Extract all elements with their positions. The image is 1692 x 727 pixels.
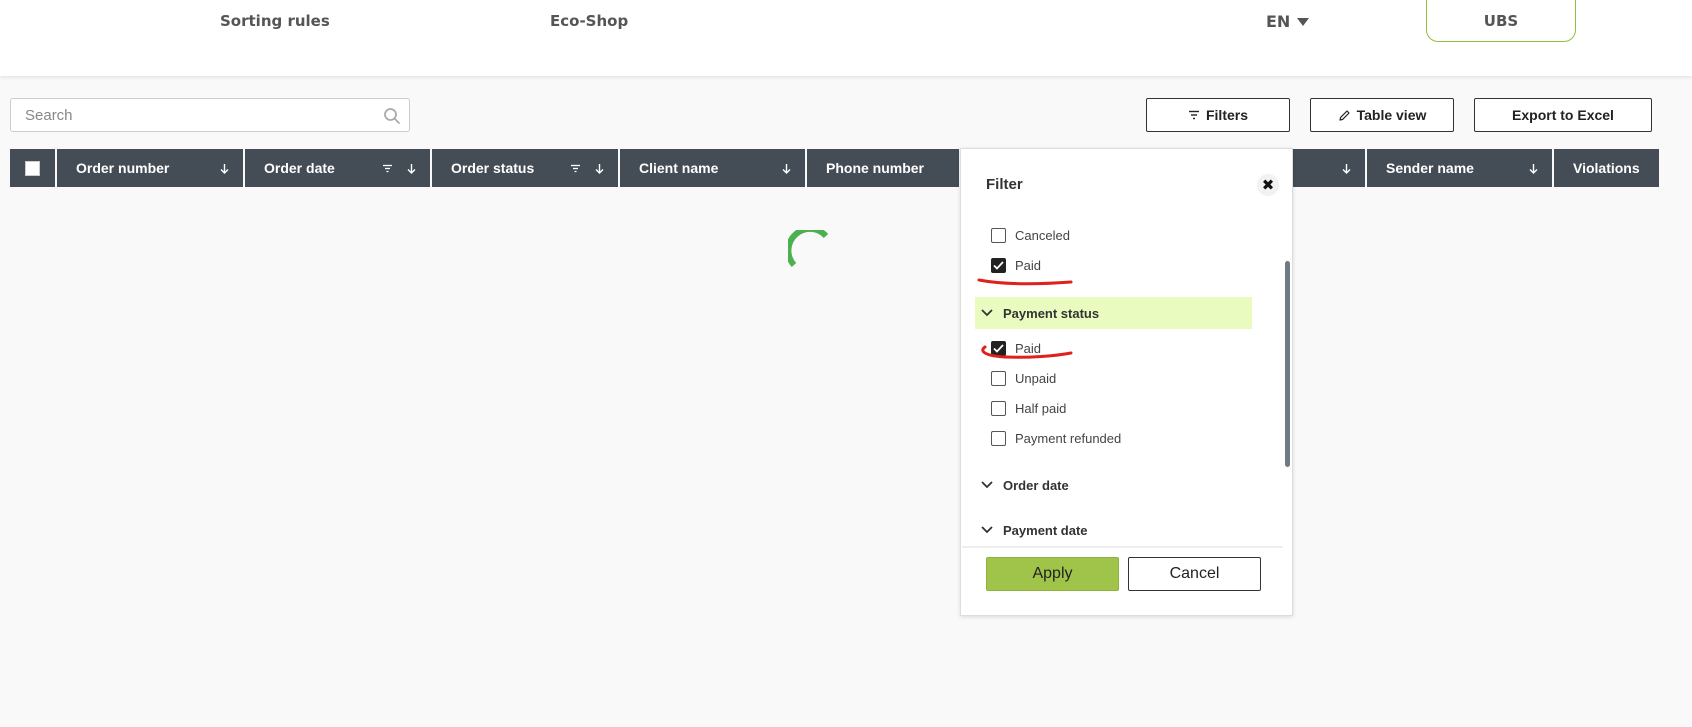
chevron-down-icon — [981, 526, 993, 534]
nav-sorting-rules[interactable]: Sorting rules — [220, 12, 330, 30]
table-view-button[interactable]: Table view — [1310, 98, 1454, 132]
checkbox[interactable] — [991, 401, 1006, 416]
section-payment-date[interactable]: Payment date — [975, 514, 1252, 546]
section-title: Payment status — [1003, 305, 1100, 321]
filter-icon[interactable] — [570, 164, 581, 173]
filter-option-label: Half paid — [1015, 401, 1067, 416]
check-icon — [993, 344, 1004, 353]
filter-option-label: Canceled — [1015, 228, 1070, 243]
column-label: Sender name — [1386, 160, 1474, 176]
filter-option-unpaid[interactable]: Unpaid — [991, 371, 1056, 386]
filter-panel: Filter ✖ Canceled Paid Payment status Pa… — [960, 148, 1293, 616]
chevron-down-icon — [981, 309, 993, 317]
cancel-button[interactable]: Cancel — [1128, 557, 1261, 591]
column-label: Phone number — [826, 160, 925, 176]
filter-icon[interactable] — [382, 164, 393, 173]
check-icon — [993, 261, 1004, 270]
column-violations[interactable]: Violations — [1554, 149, 1659, 187]
column-order-status[interactable]: Order status — [432, 149, 620, 187]
checkbox[interactable] — [991, 228, 1006, 243]
close-icon[interactable]: ✖ — [1257, 174, 1279, 196]
caret-down-icon — [1297, 17, 1310, 26]
filter-option-payment-refunded[interactable]: Payment refunded — [991, 431, 1121, 446]
section-order-date[interactable]: Order date — [975, 469, 1252, 501]
sort-arrow-down-icon[interactable] — [1342, 163, 1351, 174]
filter-option-label: Unpaid — [1015, 371, 1057, 386]
sort-arrow-down-icon[interactable] — [782, 163, 791, 174]
column-order-number[interactable]: Order number — [57, 149, 245, 187]
scrollbar-thumb[interactable] — [1285, 261, 1290, 467]
search-input[interactable] — [11, 99, 409, 131]
chevron-down-icon — [981, 481, 993, 489]
checkbox[interactable] — [991, 431, 1006, 446]
filter-option-canceled[interactable]: Canceled — [991, 228, 1070, 243]
sort-arrow-down-icon[interactable] — [220, 163, 229, 174]
search-box — [10, 98, 410, 132]
filter-option-half-paid[interactable]: Half paid — [991, 401, 1066, 416]
filter-option-label: Payment refunded — [1015, 431, 1122, 446]
section-title: Order date — [1003, 477, 1069, 493]
filters-button-label: Filters — [1205, 107, 1248, 123]
column-label: Order status — [451, 160, 535, 176]
nav-eco-shop[interactable]: Eco-Shop — [550, 12, 628, 30]
section-title: Payment date — [1003, 522, 1088, 538]
export-excel-button[interactable]: Export to Excel — [1474, 98, 1652, 132]
filter-option-order-paid[interactable]: Paid — [991, 258, 1041, 273]
table-view-button-label: Table view — [1356, 107, 1427, 123]
filter-option-label: Paid — [1015, 258, 1042, 273]
filter-option-payment-paid[interactable]: Paid — [991, 341, 1041, 356]
sort-arrow-down-icon[interactable] — [1529, 163, 1538, 174]
checkbox[interactable] — [991, 371, 1006, 386]
divider — [962, 546, 1283, 548]
column-label: Order date — [264, 160, 335, 176]
sort-arrow-down-icon[interactable] — [595, 163, 604, 174]
search-icon[interactable] — [383, 107, 401, 125]
language-label: EN — [1266, 12, 1291, 31]
loading-spinner-icon — [788, 230, 829, 268]
select-all-checkbox[interactable] — [25, 160, 40, 176]
section-payment-status[interactable]: Payment status — [975, 297, 1252, 329]
column-phone-number[interactable]: Phone number — [807, 149, 961, 187]
language-selector[interactable]: EN — [1266, 12, 1310, 31]
column-sender-name[interactable]: Sender name — [1367, 149, 1554, 187]
table-header: Order number Order date Order status Cli… — [10, 149, 1659, 187]
column-client-name[interactable]: Client name — [620, 149, 807, 187]
filters-button[interactable]: Filters — [1146, 98, 1290, 132]
column-order-date[interactable]: Order date — [245, 149, 432, 187]
column-label: Client name — [639, 160, 719, 176]
apply-button[interactable]: Apply — [986, 557, 1119, 591]
column-label: Violations — [1573, 160, 1640, 176]
top-navigation: Sorting rules Eco-Shop EN UBS — [0, 0, 1692, 76]
checkbox-checked[interactable] — [991, 258, 1006, 273]
header-select-all[interactable] — [10, 149, 57, 187]
ubs-button[interactable]: UBS — [1426, 0, 1576, 42]
checkbox-checked[interactable] — [991, 341, 1006, 356]
filter-panel-title: Filter — [986, 176, 1023, 193]
filter-icon — [1188, 110, 1199, 120]
column-label: Order number — [76, 160, 170, 176]
filter-option-label: Paid — [1015, 341, 1042, 356]
sort-arrow-down-icon[interactable] — [407, 163, 416, 174]
pencil-icon — [1339, 109, 1350, 121]
